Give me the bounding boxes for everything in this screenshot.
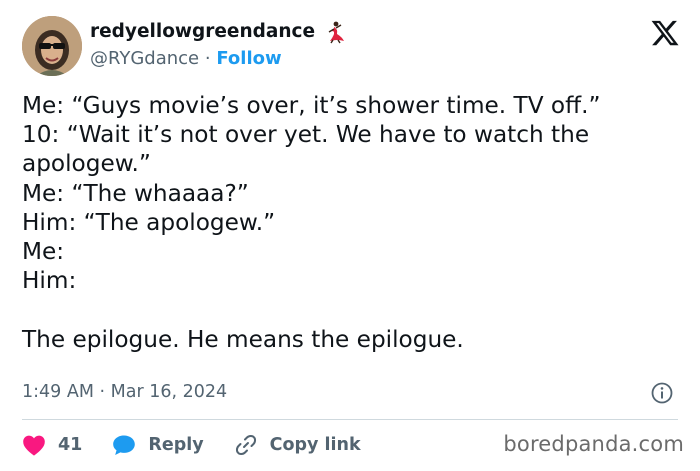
tweet-line: Me: “Guys movie’s over, it’s shower time…: [22, 92, 601, 119]
watermark: boredpanda.com: [503, 432, 684, 456]
tweet-line: The epilogue. He means the epilogue.: [22, 325, 464, 353]
handle-separator: ·: [204, 48, 211, 69]
heart-icon: [23, 435, 45, 456]
timestamp-separator: ·: [99, 382, 106, 402]
handle-row: @RYGdance · Follow: [90, 47, 347, 71]
display-name[interactable]: redyellowgreendance: [90, 20, 315, 44]
timestamp-row[interactable]: 1:49 AM · Mar 16, 2024: [22, 380, 227, 404]
like-button[interactable]: 41: [22, 434, 82, 456]
avatar[interactable]: [22, 16, 82, 76]
tweet-text: Me: “Guys movie’s over, it’s shower time…: [22, 91, 682, 354]
reply-button[interactable]: Reply: [112, 434, 204, 456]
x-logo-icon[interactable]: [650, 18, 680, 48]
reply-label: Reply: [148, 435, 204, 455]
tweet-line: Me:: [22, 237, 65, 265]
display-name-row[interactable]: redyellowgreendance: [90, 20, 347, 44]
avatar-image: [22, 16, 82, 76]
dancer-emoji-icon: [323, 20, 347, 44]
speech-bubble-icon: [113, 435, 136, 455]
info-icon[interactable]: [650, 381, 674, 405]
tweet-date[interactable]: Mar 16, 2024: [111, 382, 228, 402]
tweet-line: apologew.”: [22, 150, 151, 178]
tweet-time[interactable]: 1:49 AM: [22, 382, 94, 402]
follow-button[interactable]: Follow: [216, 48, 281, 69]
like-count: 41: [58, 435, 83, 455]
tweet-line: Him:: [22, 267, 77, 295]
tweet-line: Him: “The apologew.”: [22, 208, 276, 236]
copy-link-button[interactable]: Copy link: [234, 433, 361, 457]
author-block: redyellowgreendance @RYGdance · Follow: [90, 20, 347, 71]
handle[interactable]: @RYGdance: [90, 48, 199, 69]
link-icon: [235, 434, 256, 456]
tweet-line: 10: “Wait it’s not over yet. We have to …: [22, 121, 590, 149]
divider: [22, 419, 678, 420]
tweet-header: redyellowgreendance @RYGdance · Follow: [22, 14, 680, 80]
action-bar: 41 Reply Copy link: [22, 430, 391, 460]
copy-link-label: Copy link: [269, 435, 361, 455]
tweet-line: Me: “The whaaaa?”: [22, 179, 249, 207]
